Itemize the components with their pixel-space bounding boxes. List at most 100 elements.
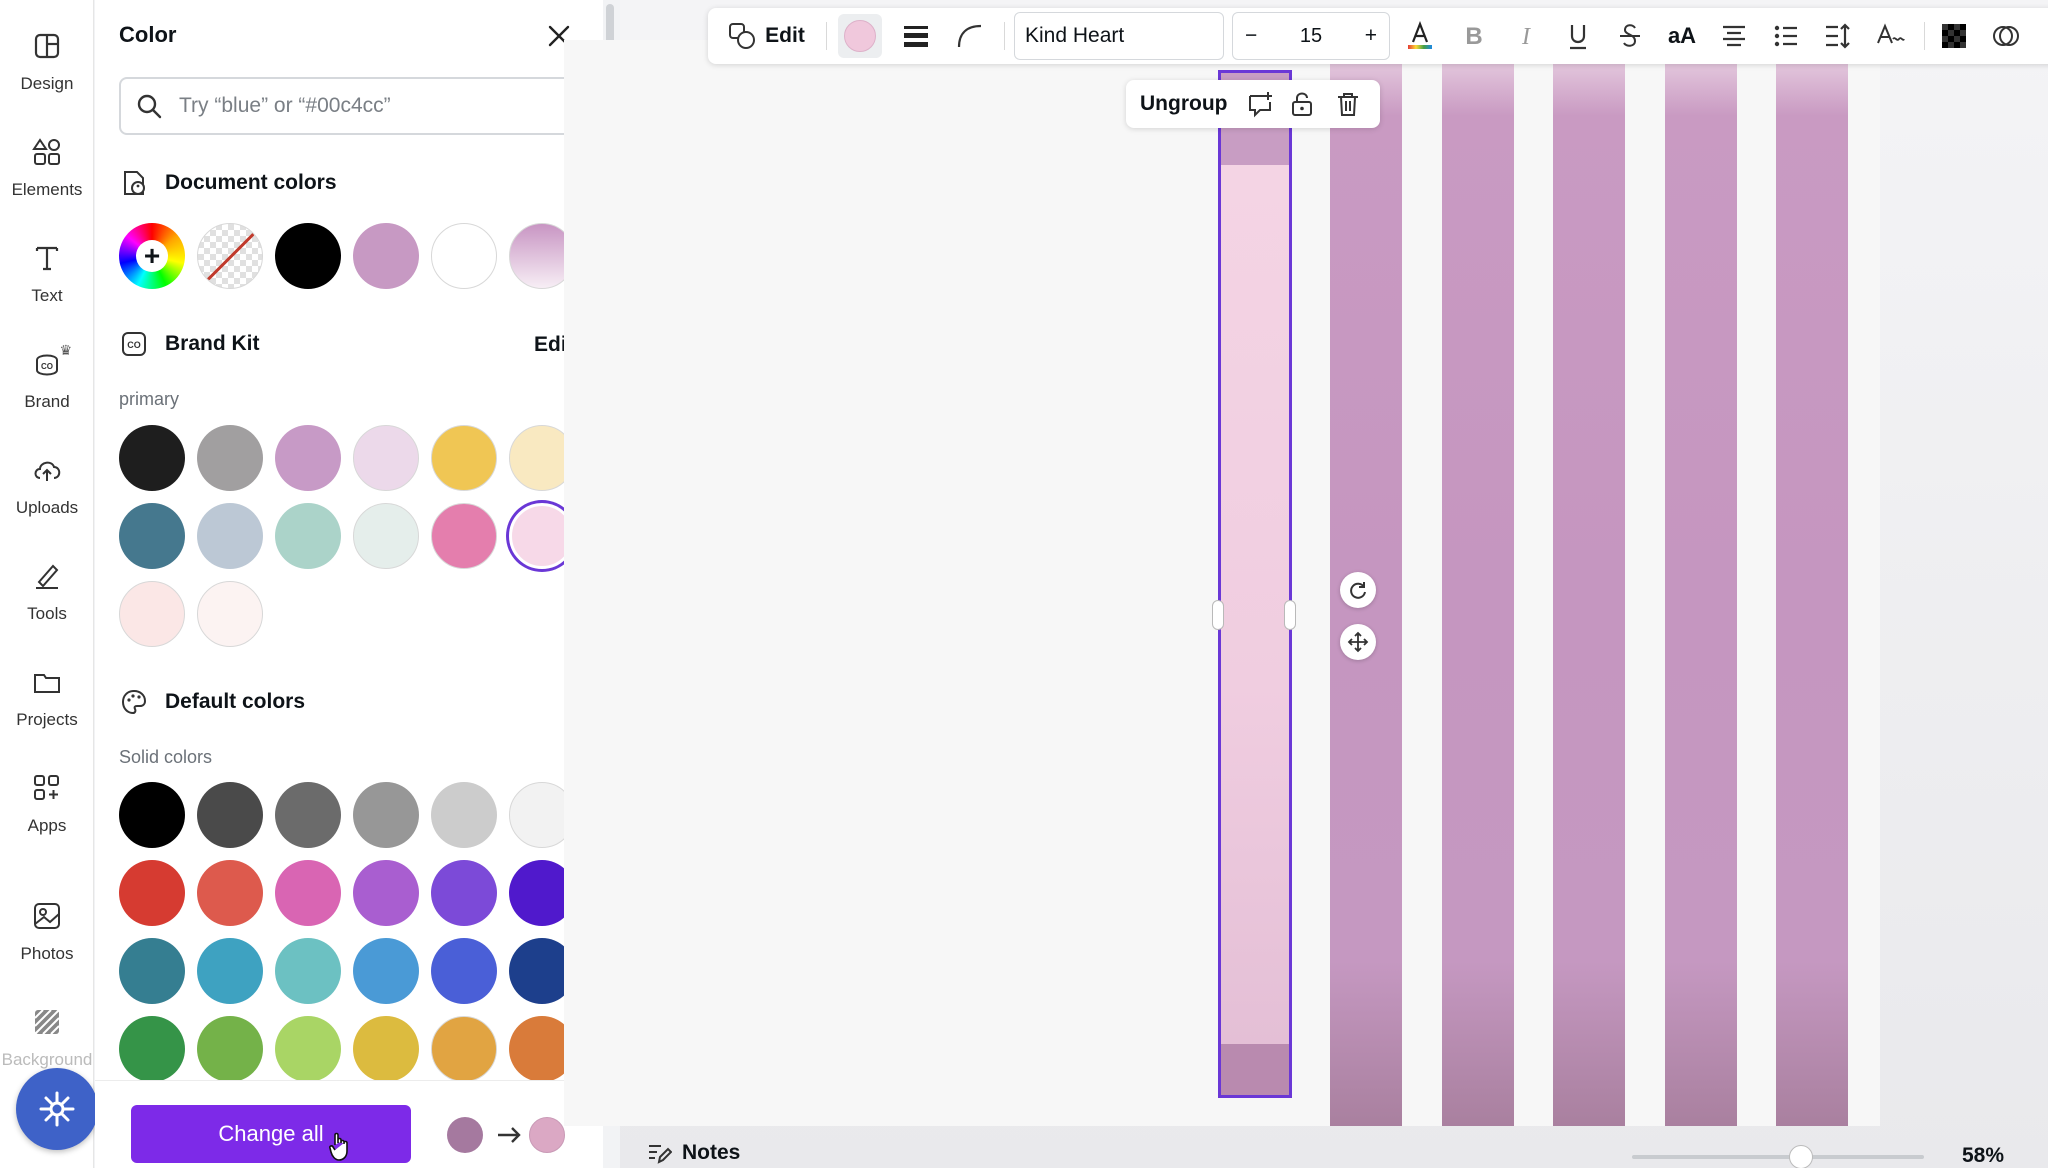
rotate-button[interactable] [1340,572,1376,608]
shapes-icon [729,23,756,49]
brand-color-swatch[interactable] [275,503,341,569]
brand-color-swatch[interactable] [197,581,263,647]
brand-color-swatch[interactable] [119,581,185,647]
rail-item-photos[interactable]: Photos [0,890,94,986]
rail-label-projects: Projects [16,710,78,729]
doc-swatch-black[interactable] [275,223,341,289]
fill-color-button[interactable] [838,14,882,58]
brand-color-swatch[interactable] [431,425,497,491]
brand-color-swatch[interactable] [353,503,419,569]
move-button[interactable] [1340,624,1376,660]
transparency-button[interactable] [1932,8,1976,64]
resize-handle-right[interactable] [1284,600,1296,630]
rail-item-elements[interactable]: Elements [0,126,94,222]
trash-icon[interactable] [1334,90,1362,118]
rail-item-text[interactable]: Text [0,232,94,328]
font-family-select[interactable]: Kind Heart [1014,12,1224,60]
rail-item-design[interactable]: Design [0,20,94,116]
letter-case-button[interactable]: aA [1660,8,1704,64]
doc-swatch-mauve[interactable] [353,223,419,289]
design-icon [34,33,60,59]
stripe-element[interactable] [1665,28,1737,1126]
from-color-swatch [447,1117,483,1153]
brand-icon: CO [36,354,58,376]
stripe-element[interactable] [1553,28,1625,1126]
brand-color-swatch[interactable] [197,503,263,569]
selected-stripe-element[interactable] [1218,70,1292,1098]
rail-item-projects[interactable]: Projects [0,656,94,752]
default-color-swatch[interactable] [119,860,185,926]
rail-label-photos: Photos [20,944,74,963]
bold-button[interactable]: B [1452,8,1496,64]
default-color-swatch[interactable] [353,860,419,926]
spacing-button[interactable] [1816,8,1860,64]
default-color-swatch[interactable] [197,1016,263,1082]
brand-color-swatch[interactable] [119,503,185,569]
default-color-swatch[interactable] [197,938,263,1004]
doc-swatch-white[interactable] [431,223,497,289]
decrease-size-button[interactable]: − [1245,24,1257,48]
default-color-swatch[interactable] [431,860,497,926]
comment-add-icon[interactable] [1246,90,1274,118]
default-color-swatch[interactable] [431,782,497,848]
default-color-swatch[interactable] [275,860,341,926]
edit-shape-button[interactable]: Edit [724,8,808,64]
font-size-stepper[interactable]: − 15 + [1232,12,1390,60]
zoom-percent[interactable]: 58% [1962,1144,2004,1168]
search-input[interactable] [179,94,559,118]
brand-color-swatch[interactable] [353,425,419,491]
text-color-button[interactable] [1398,8,1442,64]
underline-button[interactable] [1556,8,1600,64]
default-color-swatch[interactable] [275,782,341,848]
zoom-slider[interactable] [1632,1145,1924,1168]
default-color-swatch[interactable] [353,938,419,1004]
ungroup-button[interactable]: Ungroup [1140,92,1227,116]
notes-button[interactable]: Notes [646,1140,740,1166]
default-color-swatch[interactable] [119,938,185,1004]
brand-color-swatch[interactable] [197,425,263,491]
color-search[interactable] [119,77,577,135]
text-icon [35,246,59,271]
stripe-element[interactable] [1776,28,1848,1126]
font-size-value[interactable]: 15 [1300,25,1322,48]
strikethrough-button[interactable] [1608,8,1652,64]
default-color-swatch[interactable] [275,938,341,1004]
border-style-button[interactable] [894,8,938,64]
brand-color-swatch[interactable] [431,503,497,569]
increase-size-button[interactable]: + [1365,24,1377,48]
default-color-swatch[interactable] [197,782,263,848]
corner-rounding-button[interactable] [948,8,992,64]
align-button[interactable] [1712,8,1756,64]
more-options-button[interactable] [1984,8,2028,64]
resize-handle-left[interactable] [1212,600,1224,630]
default-color-swatch[interactable] [353,782,419,848]
zoom-slider-knob[interactable] [1789,1145,1814,1168]
default-color-swatch[interactable] [275,1016,341,1082]
background-icon [34,1009,60,1035]
effects-button[interactable] [1868,8,1912,64]
unlock-icon[interactable] [1288,90,1316,118]
rail-label-background: Background [1,1050,93,1069]
italic-button[interactable]: I [1504,8,1548,64]
transparent-swatch[interactable] [197,223,263,289]
rail-item-apps[interactable]: Apps [0,762,94,858]
rail-item-uploads[interactable]: Uploads [0,444,94,540]
svg-text:I: I [1521,24,1531,50]
change-all-button[interactable]: Change all [131,1105,411,1163]
default-color-swatch[interactable] [119,1016,185,1082]
rail-label-tools: Tools [27,604,67,623]
stripe-element[interactable] [1442,28,1514,1126]
rail-item-tools[interactable]: Tools [0,550,94,646]
magic-button[interactable] [16,1068,98,1150]
brand-color-swatch[interactable] [275,425,341,491]
brand-color-swatch[interactable] [119,425,185,491]
rail-item-brand[interactable]: CO ♛ Brand [0,338,94,434]
add-color-swatch[interactable]: + [119,223,185,289]
default-color-swatch[interactable] [431,938,497,1004]
default-color-swatch[interactable] [197,860,263,926]
default-color-swatch[interactable] [431,1016,497,1082]
default-color-swatch[interactable] [353,1016,419,1082]
default-color-swatch[interactable] [119,782,185,848]
list-button[interactable] [1764,8,1808,64]
border-weight-icon [904,26,928,47]
